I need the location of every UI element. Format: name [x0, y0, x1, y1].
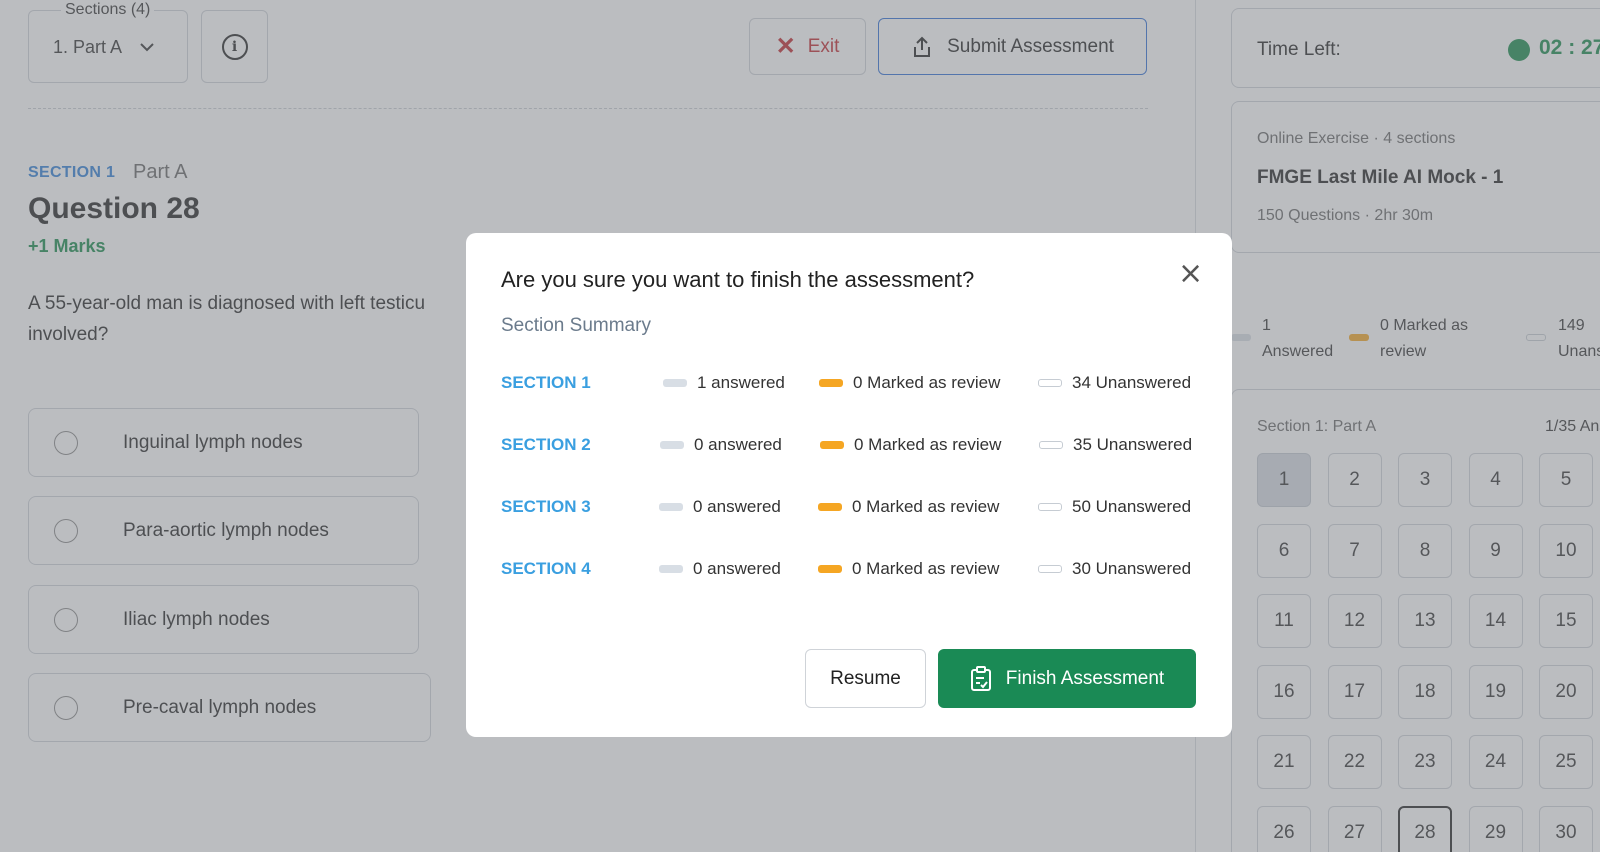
summary-answered: 0 answered — [660, 435, 782, 455]
summary-review-text: 0 Marked as review — [852, 559, 1000, 578]
summary-review-text: 0 Marked as review — [852, 497, 1000, 516]
summary-answered-text: 0 answered — [693, 497, 781, 516]
summary-unanswered: 34 Unanswered — [1038, 373, 1191, 393]
review-pill — [818, 503, 842, 511]
summary-unanswered-text: 35 Unanswered — [1073, 435, 1193, 454]
summary-answered-text: 0 answered — [693, 559, 781, 578]
summary-review: 0 Marked as review — [820, 435, 1001, 455]
summary-review-text: 0 Marked as review — [854, 435, 1002, 454]
close-icon[interactable]: × — [1178, 259, 1203, 289]
dialog-title: Are you sure you want to finish the asse… — [501, 267, 975, 292]
summary-answered: 0 answered — [659, 559, 781, 579]
summary-unanswered: 30 Unanswered — [1038, 559, 1191, 579]
finish-assessment-button[interactable]: Finish Assessment — [938, 649, 1196, 708]
summary-review: 0 Marked as review — [819, 373, 1000, 393]
summary-unanswered-text: 30 Unanswered — [1072, 559, 1192, 578]
summary-section-name: SECTION 4 — [501, 559, 591, 578]
unanswered-pill — [1039, 441, 1063, 449]
answered-pill — [663, 379, 687, 387]
answered-pill — [659, 565, 683, 573]
unanswered-pill — [1038, 503, 1062, 511]
clipboard-check-icon — [970, 665, 991, 691]
review-pill — [818, 565, 842, 573]
answered-pill — [659, 503, 683, 511]
resume-button[interactable]: Resume — [805, 649, 926, 708]
summary-unanswered: 35 Unanswered — [1039, 435, 1192, 455]
summary-row: SECTION 1 1 answered 0 Marked as review … — [501, 369, 1201, 399]
unanswered-pill — [1038, 379, 1062, 387]
summary-row: SECTION 4 0 answered 0 Marked as review … — [501, 555, 1201, 585]
section-summary-heading: Section Summary — [501, 315, 651, 336]
summary-unanswered-text: 34 Unanswered — [1072, 373, 1192, 392]
summary-review: 0 Marked as review — [818, 497, 999, 517]
summary-section-name: SECTION 3 — [501, 497, 591, 516]
finish-assessment-dialog: Are you sure you want to finish the asse… — [466, 233, 1232, 737]
resume-label: Resume — [830, 667, 901, 689]
summary-answered-text: 1 answered — [697, 373, 785, 392]
summary-review: 0 Marked as review — [818, 559, 999, 579]
summary-unanswered-text: 50 Unanswered — [1072, 497, 1192, 516]
finish-assessment-label: Finish Assessment — [1005, 667, 1165, 689]
unanswered-pill — [1038, 565, 1062, 573]
review-pill — [820, 441, 844, 449]
review-pill — [819, 379, 843, 387]
summary-row: SECTION 3 0 answered 0 Marked as review … — [501, 493, 1201, 523]
summary-answered: 1 answered — [663, 373, 785, 393]
summary-section-name: SECTION 2 — [501, 435, 591, 454]
summary-row: SECTION 2 0 answered 0 Marked as review … — [501, 431, 1201, 461]
summary-answered: 0 answered — [659, 497, 781, 517]
summary-section-name: SECTION 1 — [501, 373, 591, 392]
summary-review-text: 0 Marked as review — [853, 373, 1001, 392]
summary-unanswered: 50 Unanswered — [1038, 497, 1191, 517]
summary-answered-text: 0 answered — [694, 435, 782, 454]
answered-pill — [660, 441, 684, 449]
